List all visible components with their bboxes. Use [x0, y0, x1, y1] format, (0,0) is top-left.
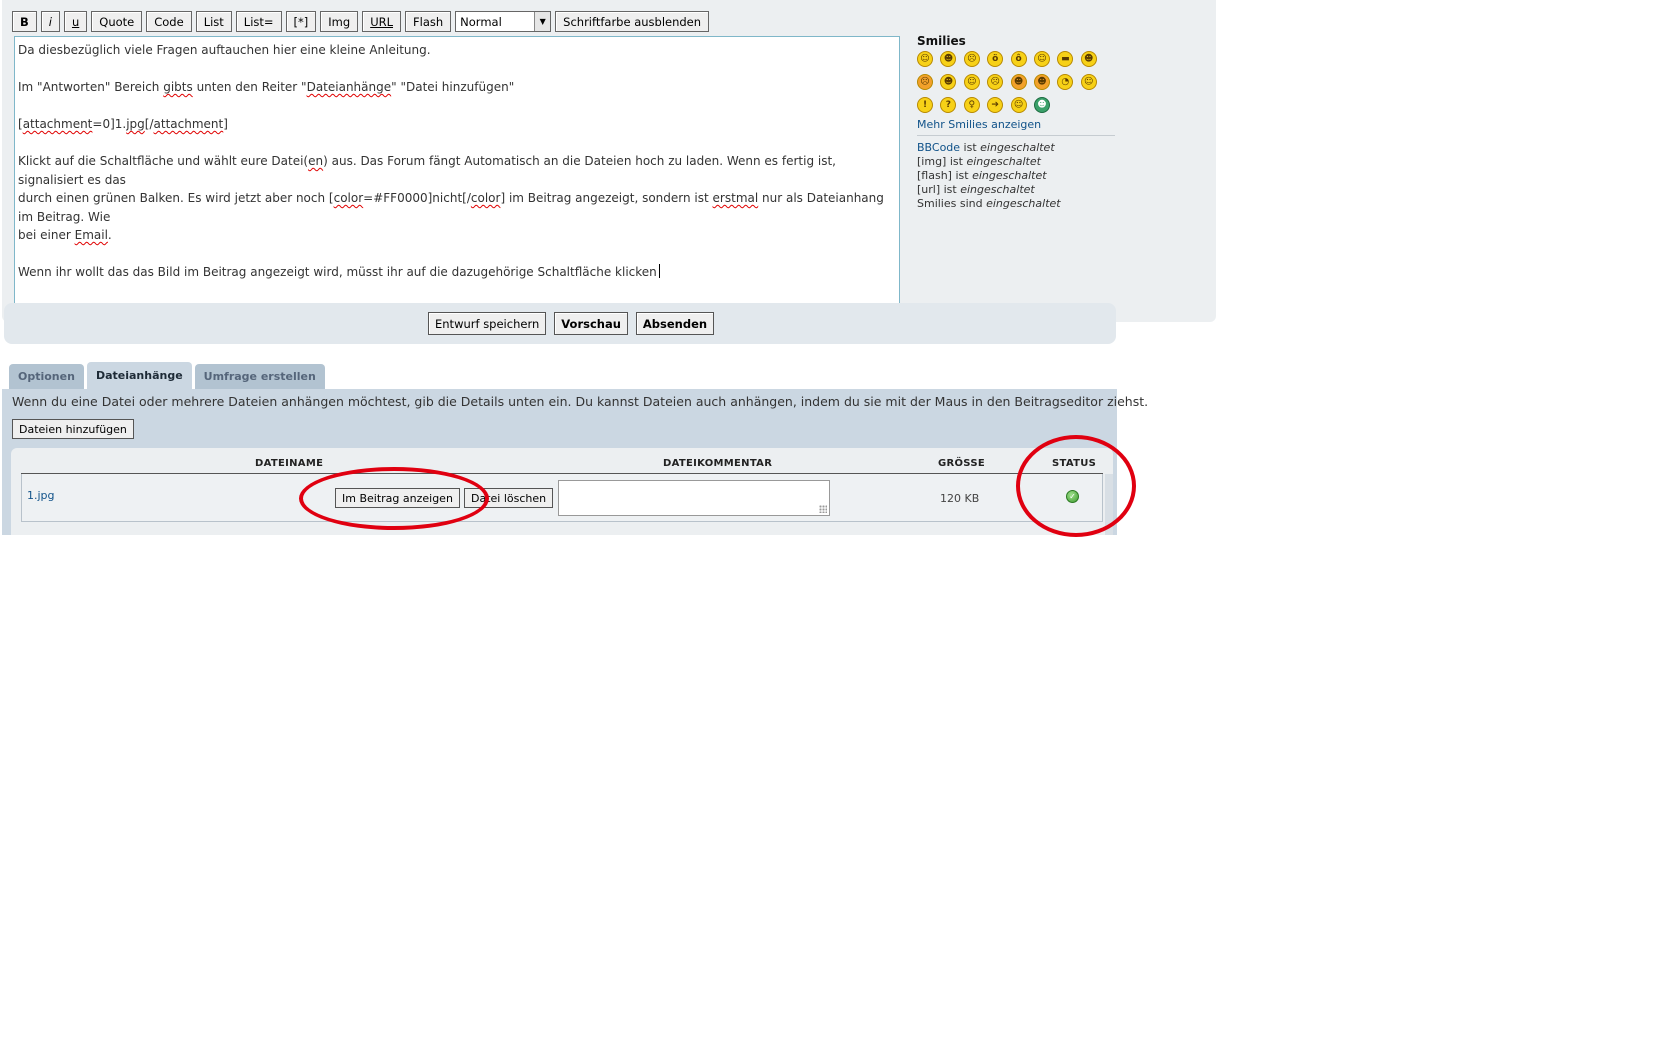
- oops-icon[interactable]: ☺: [963, 74, 980, 90]
- cry-icon[interactable]: ☹: [987, 74, 1004, 90]
- eek-icon[interactable]: ô: [1010, 51, 1027, 67]
- table-row: 1.jpg Im Beitrag anzeigen Datei löschen …: [21, 474, 1103, 522]
- confused-icon[interactable]: ☺: [1033, 51, 1050, 67]
- ordered-list-button[interactable]: List=: [235, 11, 282, 32]
- font-size-select[interactable]: Normal ▼: [455, 11, 552, 32]
- font-size-value: Normal: [460, 14, 502, 29]
- smile-icon[interactable]: ☺: [917, 51, 933, 67]
- sad-icon[interactable]: ☹: [963, 51, 980, 67]
- tab-poll[interactable]: Umfrage erstellen: [194, 364, 325, 389]
- tabs: Optionen Dateianhänge Umfrage erstellen: [9, 362, 325, 389]
- column-header-comment: DATEIKOMMENTAR: [663, 458, 773, 469]
- code-button[interactable]: Code: [146, 11, 192, 32]
- message-line: bei einer Email.: [18, 228, 112, 242]
- list-item-button[interactable]: [*]: [285, 11, 317, 32]
- message-textarea[interactable]: Da diesbezüglich viele Fragen auftauchen…: [14, 36, 900, 314]
- idea-icon[interactable]: ♀: [963, 97, 980, 113]
- column-header-size: GRÖSSE: [938, 458, 985, 469]
- add-files-button[interactable]: Dateien hinzufügen: [12, 419, 134, 439]
- formatting-toolbar: B i u Quote Code List List= [*] Img URL …: [12, 11, 710, 32]
- surprised-icon[interactable]: ö: [987, 51, 1004, 67]
- editor-panel: B i u Quote Code List List= [*] Img URL …: [2, 0, 1216, 322]
- attachments-info: Wenn du eine Datei oder mehrere Dateien …: [12, 394, 1149, 409]
- url-button[interactable]: URL: [362, 11, 402, 32]
- img-button[interactable]: Img: [320, 11, 359, 32]
- underline-button[interactable]: u: [63, 11, 88, 32]
- column-header-name: DATEINAME: [255, 458, 324, 469]
- divider: [917, 135, 1115, 136]
- italic-button[interactable]: i: [40, 11, 60, 32]
- bbcode-link[interactable]: BBCode: [917, 141, 960, 154]
- check-icon: ✓: [1066, 490, 1079, 503]
- toggle-font-color-button[interactable]: Schriftfarbe ausblenden: [555, 11, 710, 32]
- bold-button[interactable]: B: [12, 11, 37, 32]
- chevron-down-icon[interactable]: ▼: [534, 12, 551, 31]
- list-button[interactable]: List: [195, 11, 232, 32]
- message-line: Im "Antworten" Bereich gibts unten den R…: [18, 80, 515, 94]
- message-line: durch einen grünen Balken. Es wird jetzt…: [18, 191, 884, 224]
- message-line: Da diesbezüglich viele Fragen auftauchen…: [18, 43, 431, 57]
- delete-file-button[interactable]: Datei löschen: [464, 488, 554, 508]
- bbcode-status: BBCode ist eingeschaltet [img] ist einge…: [917, 141, 1061, 210]
- submit-panel: Entwurf speichern Vorschau Absenden: [4, 303, 1116, 344]
- column-header-status: STATUS: [1052, 458, 1097, 469]
- smilies-grid: ☺ ☻ ☹ ö ô ☺ ▬ ☻ ☹ ☻ ☺ ☹ ☻ ☻ ◔ ☺!? ♀ ➔ ☺ ☻: [917, 51, 1122, 113]
- file-size: 120 KB: [940, 492, 980, 505]
- exclaim-icon[interactable]: !: [917, 97, 933, 113]
- mrgreen-icon[interactable]: ☻: [1033, 97, 1050, 113]
- evil-icon[interactable]: ☻: [1010, 74, 1027, 90]
- smilies-panel: Smilies ☺ ☻ ☹ ö ô ☺ ▬ ☻ ☹ ☻ ☺ ☹ ☻ ☻ ◔ ☺!? ♀ ➔ ☺ ☻ Mehr Smil…: [917, 34, 1122, 211]
- tab-attachments[interactable]: Dateianhänge: [86, 362, 192, 389]
- tab-options[interactable]: Optionen: [9, 364, 84, 389]
- lol-icon[interactable]: ☻: [1080, 51, 1097, 67]
- question-icon[interactable]: ?: [940, 97, 957, 113]
- attachments-table: DATEINAME DATEIKOMMENTAR GRÖSSE STATUS 1…: [11, 448, 1113, 535]
- flash-button[interactable]: Flash: [405, 11, 452, 32]
- submit-button[interactable]: Absenden: [635, 312, 715, 335]
- arrow-icon[interactable]: ➔: [987, 97, 1004, 113]
- message-line: Klickt auf die Schaltfläche und wählt eu…: [18, 154, 836, 187]
- razz-icon[interactable]: ☻: [940, 74, 957, 90]
- resize-grip-icon[interactable]: [819, 505, 827, 513]
- twisted-icon[interactable]: ☻: [1033, 74, 1050, 90]
- preview-button[interactable]: Vorschau: [554, 312, 628, 335]
- wink-icon[interactable]: ☺: [1080, 74, 1097, 90]
- message-line: [attachment=0]1.jpg[/attachment]: [18, 117, 228, 131]
- neutral-icon[interactable]: ☺: [1010, 97, 1027, 113]
- scrollbar[interactable]: [1105, 474, 1113, 535]
- smilies-title: Smilies: [917, 34, 966, 48]
- show-in-post-button[interactable]: Im Beitrag anzeigen: [335, 488, 460, 508]
- roll-icon[interactable]: ◔: [1057, 74, 1074, 90]
- quote-button[interactable]: Quote: [91, 11, 143, 32]
- attachments-panel: Wenn du eine Datei oder mehrere Dateien …: [2, 389, 1148, 535]
- file-comment-input[interactable]: [558, 480, 830, 516]
- file-name-link[interactable]: 1.jpg: [27, 489, 55, 502]
- grin-icon[interactable]: ☻: [940, 51, 957, 67]
- more-smilies-link[interactable]: Mehr Smilies anzeigen: [917, 118, 1122, 131]
- mad-icon[interactable]: ☹: [917, 74, 933, 90]
- save-draft-button[interactable]: Entwurf speichern: [428, 312, 547, 335]
- cool-icon[interactable]: ▬: [1057, 51, 1074, 67]
- message-line: Wenn ihr wollt das das Bild im Beitrag a…: [18, 263, 896, 282]
- text-caret: [658, 264, 660, 278]
